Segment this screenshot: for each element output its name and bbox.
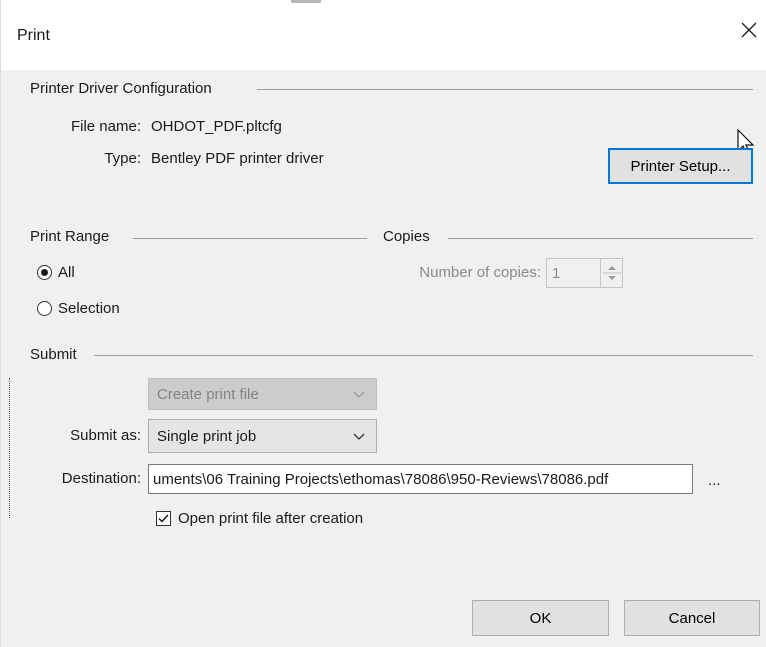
- type-label: Type:: [104, 150, 141, 167]
- submit-as-label: Submit as:: [70, 427, 141, 444]
- title-bar-marker: [291, 0, 321, 3]
- copies-rule: [448, 238, 753, 239]
- close-icon[interactable]: [737, 18, 761, 42]
- type-value: Bentley PDF printer driver: [151, 150, 324, 167]
- file-name-value: OHDOT_PDF.pltcfg: [151, 118, 282, 135]
- ok-button[interactable]: OK: [472, 600, 609, 636]
- destination-label: Destination:: [61, 470, 141, 487]
- radio-all-label[interactable]: All: [58, 264, 75, 281]
- file-name-label: File name:: [70, 118, 141, 135]
- submit-as-value: Single print job: [157, 427, 257, 445]
- open-after-checkbox[interactable]: [156, 511, 171, 526]
- chevron-down-icon: [352, 387, 366, 405]
- print-mode-dropdown: Create print file: [148, 378, 377, 410]
- radio-all[interactable]: [37, 265, 52, 280]
- copies-spin-buttons[interactable]: [600, 259, 622, 287]
- submit-as-dropdown[interactable]: Single print job: [148, 419, 377, 453]
- submit-heading: Submit: [30, 346, 77, 363]
- submit-rule: [94, 355, 753, 356]
- copies-value: 1: [552, 264, 561, 282]
- printer-setup-button[interactable]: Printer Setup...: [608, 148, 753, 184]
- dialog-title: Print: [17, 27, 50, 44]
- open-after-label[interactable]: Open print file after creation: [178, 510, 363, 527]
- radio-selection[interactable]: [37, 301, 52, 316]
- copies-label: Number of copies:: [419, 264, 541, 281]
- dotted-edge-marker: [9, 378, 10, 518]
- spin-up-icon: [608, 266, 616, 270]
- check-icon: [158, 514, 169, 523]
- destination-input[interactable]: uments\06 Training Projects\ethomas\7808…: [148, 464, 693, 494]
- chevron-down-icon: [352, 429, 366, 447]
- printer-driver-heading: Printer Driver Configuration: [30, 80, 212, 97]
- title-bar: Print: [1, 0, 766, 70]
- spin-down-icon: [608, 276, 616, 280]
- copies-stepper[interactable]: 1: [546, 258, 623, 288]
- cancel-button[interactable]: Cancel: [624, 600, 760, 636]
- browse-button[interactable]: ...: [708, 472, 721, 489]
- radio-selected-dot: [41, 269, 48, 276]
- printer-driver-rule: [257, 89, 753, 90]
- radio-selection-label[interactable]: Selection: [58, 300, 120, 317]
- print-range-heading: Print Range: [30, 228, 110, 245]
- print-range-rule: [133, 238, 367, 239]
- copies-heading: Copies: [383, 228, 430, 245]
- print-dialog: Print Printer Driver Configuration File …: [0, 0, 766, 647]
- print-mode-value: Create print file: [157, 385, 259, 403]
